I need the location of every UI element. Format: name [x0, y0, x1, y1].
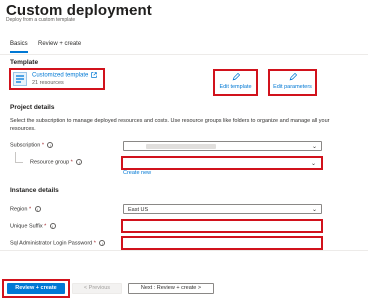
region-select[interactable]: East US ⌄: [123, 204, 322, 214]
resource-group-label: Resource group * i: [30, 159, 83, 166]
region-label-text: Region: [10, 206, 28, 213]
template-heading: Template: [10, 59, 39, 66]
info-icon[interactable]: i: [99, 240, 106, 246]
edit-template-button[interactable]: Edit template: [215, 73, 256, 90]
more-options-button[interactable]: ···: [124, 5, 136, 15]
chevron-down-icon: ⌄: [310, 161, 316, 167]
resource-group-select[interactable]: ⌄: [123, 158, 321, 168]
tree-connector-vertical: [15, 152, 16, 162]
subscription-select[interactable]: ⌄: [123, 141, 322, 151]
info-icon[interactable]: i: [34, 206, 41, 212]
create-new-link[interactable]: Create new: [123, 170, 151, 176]
unique-suffix-label-text: Unique Suffix: [10, 223, 43, 230]
required-marker: *: [70, 159, 73, 166]
customized-template-link[interactable]: Customized template: [32, 72, 97, 79]
tab-basics[interactable]: Basics: [10, 41, 28, 47]
footer-divider: [0, 250, 368, 251]
info-icon[interactable]: i: [47, 142, 54, 148]
redacted-subscription-value: [146, 144, 216, 149]
required-marker: *: [93, 240, 96, 247]
edit-parameters-label: Edit parameters: [273, 84, 312, 90]
subscription-label: Subscription * i: [10, 142, 54, 149]
sql-password-input[interactable]: [123, 238, 321, 248]
edit-parameters-button[interactable]: Edit parameters: [270, 73, 315, 90]
page-subtitle: Deploy from a custom template: [6, 17, 76, 23]
unique-suffix-input[interactable]: [123, 221, 321, 231]
tabs-divider: [0, 54, 368, 55]
previous-button[interactable]: < Previous: [72, 283, 122, 294]
project-details-heading: Project details: [10, 104, 55, 111]
edit-template-label: Edit template: [219, 84, 252, 90]
sql-password-label-text: Sql Administrator Login Password: [10, 240, 93, 247]
required-marker: *: [28, 206, 32, 213]
region-value: East US: [128, 206, 149, 213]
resources-count: 21 resources: [32, 80, 64, 86]
external-link-icon: [91, 72, 97, 78]
info-icon[interactable]: i: [49, 223, 56, 229]
required-marker: *: [44, 223, 47, 230]
page-header: Custom deployment ···: [6, 2, 362, 28]
review-create-button[interactable]: Review + create: [7, 283, 65, 294]
tab-review-create[interactable]: Review + create: [38, 41, 81, 47]
resource-group-label-text: Resource group: [30, 159, 70, 166]
chevron-down-icon: ⌄: [311, 144, 317, 150]
next-review-create-button[interactable]: Next : Review + create >: [128, 283, 214, 294]
customized-template-label: Customized template: [32, 72, 89, 79]
instance-details-heading: Instance details: [10, 187, 59, 194]
region-label: Region * i: [10, 206, 41, 212]
info-icon[interactable]: i: [76, 159, 83, 165]
sql-password-label: Sql Administrator Login Password * i: [10, 240, 106, 247]
template-icon: [13, 72, 27, 86]
subscription-label-text: Subscription: [10, 142, 41, 149]
pencil-icon: [289, 73, 297, 81]
active-tab-indicator: [10, 51, 28, 53]
required-marker: *: [41, 142, 44, 149]
unique-suffix-label: Unique Suffix * i: [10, 223, 56, 229]
tree-connector-horizontal: [15, 162, 23, 163]
project-details-description: Select the subscription to manage deploy…: [10, 118, 330, 132]
pencil-icon: [232, 73, 240, 81]
chevron-down-icon: ⌄: [311, 207, 317, 213]
